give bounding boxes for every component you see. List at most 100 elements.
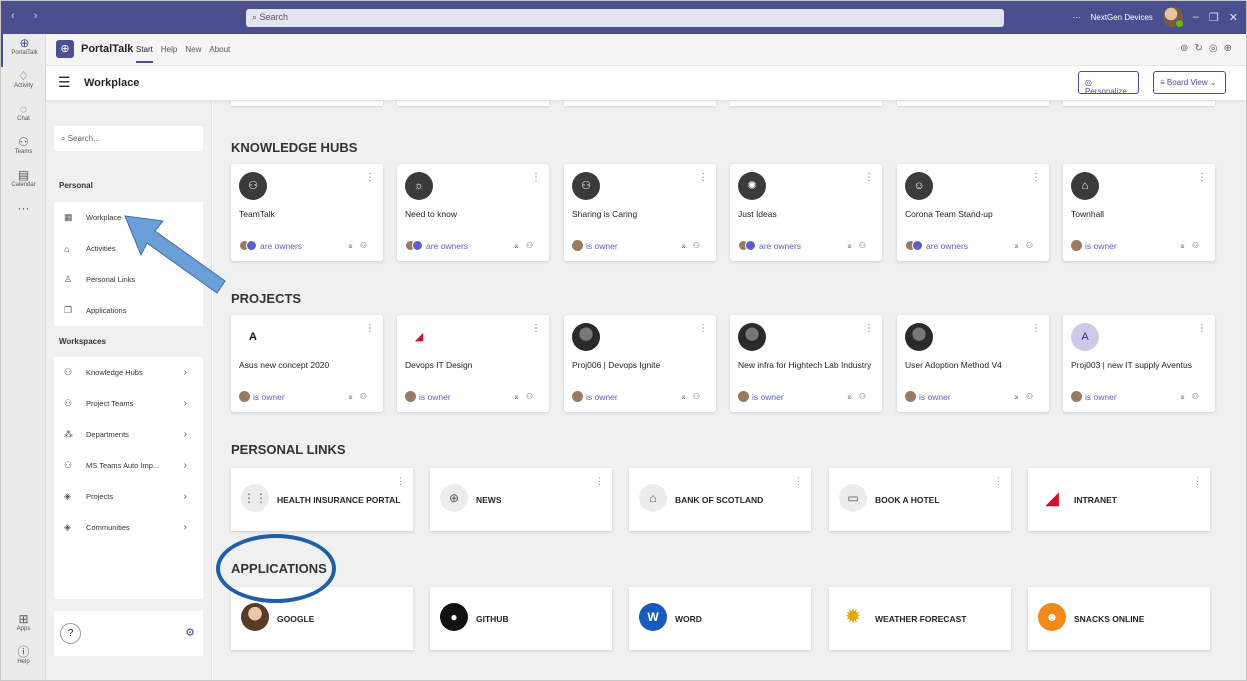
personalize-button[interactable]: ◎ Personalize [1078,71,1139,96]
pin-icon[interactable]: ⌅ [1013,241,1026,250]
teams-app-icon[interactable]: ⚇ [1192,392,1205,401]
rail-item-teams[interactable]: ⚇ Teams [1,133,46,166]
more-options-icon[interactable]: ⋮ [698,323,708,334]
more-options-icon[interactable]: ⋮ [698,172,708,183]
pin-icon[interactable]: ⌅ [513,241,526,250]
teams-app-icon[interactable]: ⚇ [1026,241,1039,250]
close-icon[interactable]: ✕ [1229,11,1238,24]
more-options-icon[interactable]: ⋮ [1197,323,1207,334]
owner-info[interactable]: are owners [405,240,468,251]
more-options-icon[interactable]: ⋮ [365,323,375,334]
clipped-card[interactable] [897,101,1049,106]
owner-info[interactable]: is owner [405,391,451,402]
owner-info[interactable]: are owners [905,240,968,251]
tab-start[interactable]: Start [136,45,153,63]
hamburger-icon[interactable]: ☰ [58,74,71,91]
link-tile[interactable]: ✹ WEATHER FORECAST [829,587,1011,650]
maximize-icon[interactable]: ❐ [1209,11,1219,24]
hub-card[interactable]: ⚇ ⋮ TeamTalk are owners ⌅⚇ [231,164,383,261]
sidebar-item-departments[interactable]: ⁂ Departments › [54,419,203,450]
owner-info[interactable]: is owner [905,391,951,402]
pin-icon[interactable]: ⌅ [513,392,526,401]
more-options-icon[interactable]: ⋮ [365,172,375,183]
sidebar-item-communities[interactable]: ◈ Communities › [54,512,203,543]
clipped-card[interactable] [397,101,549,106]
rail-item-more[interactable]: ··· [1,199,46,232]
teams-app-icon[interactable]: ⚇ [360,241,373,250]
owner-info[interactable]: are owners [738,240,801,251]
refresh-icon[interactable]: ↻ [1194,43,1208,54]
more-options-icon[interactable]: ⋮ [864,323,874,334]
pin-icon[interactable]: ⌅ [846,241,859,250]
pin-icon[interactable]: ⌅ [347,392,360,401]
owner-info[interactable]: is owner [1071,240,1117,251]
more-options-icon[interactable]: ⋮ [864,172,874,183]
tab-about[interactable]: About [209,45,230,63]
help-button[interactable]: ? [60,623,81,644]
globe-icon[interactable]: ⊕ [1224,43,1238,54]
hub-card[interactable]: ⚇ ⋮ Sharing is Caring is owner ⌅⚇ [564,164,716,261]
teams-app-icon[interactable]: ⚇ [1026,392,1039,401]
shield-icon[interactable]: ◎ [1209,43,1224,54]
pin-icon[interactable]: ⌅ [680,241,693,250]
pin-icon[interactable]: ⌅ [680,392,693,401]
teams-app-icon[interactable]: ⚇ [859,241,872,250]
board-view-dropdown[interactable]: ≡ Board View ⌄ [1153,71,1226,94]
popout-icon[interactable]: ⊚ [1180,43,1194,54]
sidebar-item-ms-teams-auto-import[interactable]: ⚇ MS Teams Auto Imp... › [54,450,203,481]
teams-app-icon[interactable]: ⚇ [693,241,706,250]
hub-card[interactable]: ◢ ⋮ Devops IT Design is owner ⌅⚇ [397,315,549,412]
tab-help[interactable]: Help [161,45,177,63]
more-options-icon[interactable]: ⋮ [1031,172,1041,183]
user-avatar[interactable] [1162,7,1184,28]
rail-item-activity[interactable]: ♢ Activity [1,67,46,100]
clipped-card[interactable] [231,101,383,106]
rail-item-help[interactable]: ⓘ Help [1,643,46,676]
owner-info[interactable]: is owner [738,391,784,402]
more-options-icon[interactable]: ⋮ [1197,172,1207,183]
rail-item-calendar[interactable]: ▤ Calendar [1,166,46,199]
link-tile[interactable]: ⌂ ⋮ BANK OF SCOTLAND [629,468,811,531]
teams-app-icon[interactable]: ⚇ [526,392,539,401]
owner-info[interactable]: is owner [1071,391,1117,402]
rail-item-apps[interactable]: ⊞ Apps [1,610,46,643]
tab-new[interactable]: New [185,45,201,63]
hub-card[interactable]: A ⋮ Proj003 | new IT supply Aventus is owne… [1063,315,1215,412]
settings-gear-icon[interactable]: ⚙ [185,626,195,639]
pin-icon[interactable]: ⌅ [347,241,360,250]
minimize-icon[interactable]: – [1193,11,1199,23]
clipped-card[interactable] [730,101,882,106]
rail-item-chat[interactable]: ◌ Chat [1,100,46,133]
owner-info[interactable]: are owners [239,240,302,251]
sidebar-item-projects[interactable]: ◈ Projects › [54,481,203,512]
more-options-icon[interactable]: ⋮ [1031,323,1041,334]
sidebar-item-knowledge-hubs[interactable]: ⚇ Knowledge Hubs › [54,357,203,388]
hub-card[interactable]: ⋮ User Adoption Method V4 is owner ⌅⚇ [897,315,1049,412]
more-options-icon[interactable]: ⋮ [531,172,541,183]
teams-app-icon[interactable]: ⚇ [360,392,373,401]
hub-card[interactable]: ☺ ⋮ Corona Team Stand-up are owners ⌅⚇ [897,164,1049,261]
link-tile[interactable]: ☻ SNACKS ONLINE [1028,587,1210,650]
pin-icon[interactable]: ⌅ [1179,241,1192,250]
sidebar-search-input[interactable]: ⌕ Search... [54,126,203,151]
teams-app-icon[interactable]: ⚇ [1192,241,1205,250]
link-tile[interactable]: ◢ ⋮ INTRANET [1028,468,1210,531]
link-tile[interactable]: ● GITHUB [430,587,612,650]
rail-item-portaltalk[interactable]: ⊕ PortalTalk [1,34,46,67]
global-search-input[interactable]: ⌕ Search [246,9,1004,27]
more-options-icon[interactable]: ⋮ [531,323,541,334]
link-tile[interactable]: ⋮⋮ ⋮ HEALTH INSURANCE PORTAL [231,468,413,531]
hub-card[interactable]: A ⋮ Asus new concept 2020 is owner ⌅⚇ [231,315,383,412]
hub-card[interactable]: ⌂ ⋮ Townhall is owner ⌅⚇ [1063,164,1215,261]
teams-app-icon[interactable]: ⚇ [859,392,872,401]
clipped-card[interactable] [1063,101,1215,106]
owner-info[interactable]: is owner [572,391,618,402]
org-name[interactable]: NextGen Devices [1091,13,1153,22]
link-tile[interactable]: ⊕ ⋮ NEWS [430,468,612,531]
pin-icon[interactable]: ⌅ [1179,392,1192,401]
owner-info[interactable]: is owner [572,240,618,251]
history-nav[interactable]: ‹ › [11,10,45,22]
link-tile[interactable]: ▭ ⋮ BOOK A HOTEL [829,468,1011,531]
sidebar-item-project-teams[interactable]: ⚇ Project Teams › [54,388,203,419]
hub-card[interactable]: ⋮ New infra for Hightech Lab Industry is o… [730,315,882,412]
